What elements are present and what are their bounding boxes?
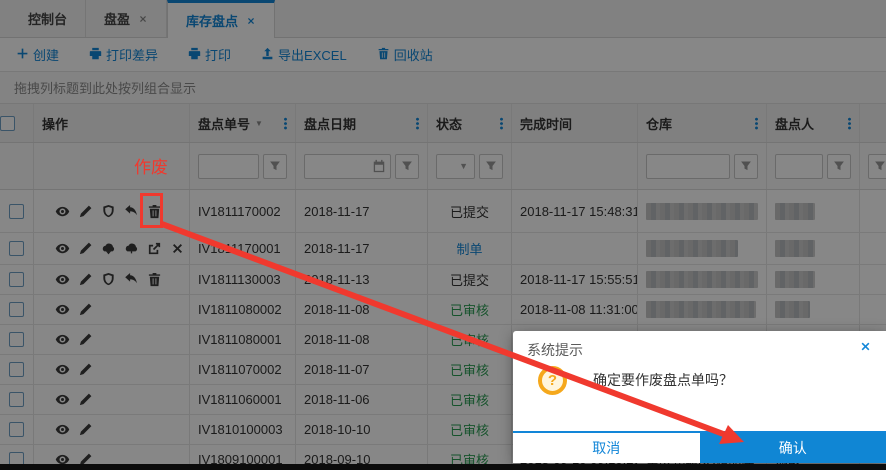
inventory-count-screen: 控制台 盘盈 库存盘点 创建 打印差异 打印 导出EXCEL 回收站 拖拽列标题到此处按列组… <box>0 0 886 470</box>
close-icon[interactable] <box>859 340 872 353</box>
dialog-message: 确定要作废盘点单吗？ <box>593 372 733 388</box>
question-icon: ? <box>538 366 567 395</box>
confirm-button[interactable]: 确认 <box>699 433 886 463</box>
window-bottom-edge <box>0 464 886 470</box>
dialog-title: 系统提示 <box>527 342 583 358</box>
confirm-dialog: 系统提示 ? 确定要作废盘点单吗？ 取消 确认 <box>513 331 886 463</box>
dialog-footer: 取消 确认 <box>513 431 886 463</box>
cancel-button[interactable]: 取消 <box>513 433 700 463</box>
